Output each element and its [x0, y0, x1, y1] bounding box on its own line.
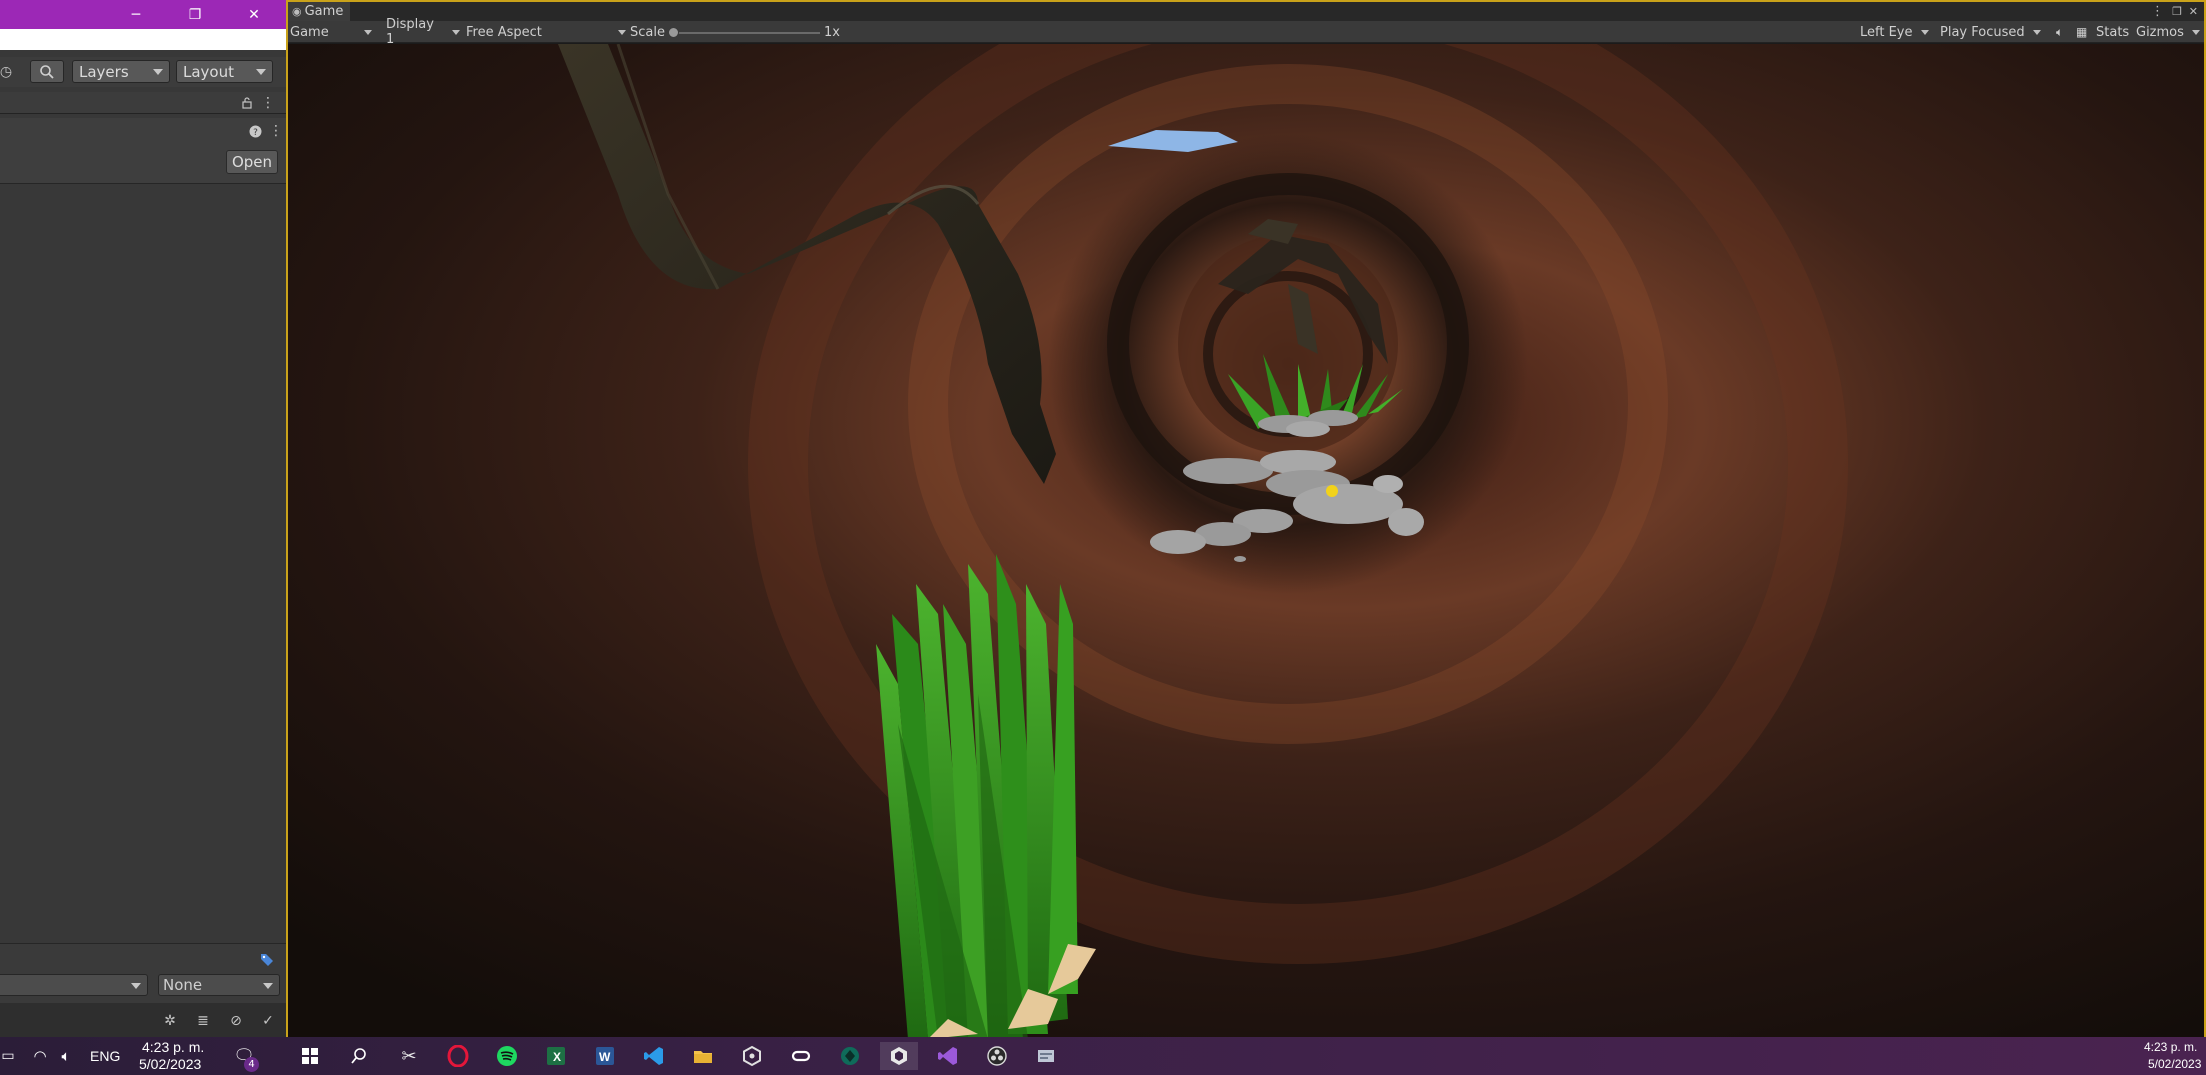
tag-icon[interactable] — [257, 950, 277, 970]
clock-date[interactable]: 5/02/2023 — [139, 1056, 201, 1072]
excel-icon[interactable]: X — [542, 1042, 570, 1070]
asset-labels-area: None ✲ ≣ ⊘ ✓ — [0, 943, 286, 1038]
more-options-icon[interactable]: ⋮ — [2151, 0, 2164, 22]
view-mode-dropdown[interactable]: Game — [290, 21, 372, 43]
asset-bundle-dropdown[interactable] — [0, 974, 148, 996]
unity-editor-icon[interactable] — [880, 1042, 918, 1070]
notification-badge: 4 — [244, 1057, 259, 1072]
eye-label: Left Eye — [1860, 24, 1913, 40]
open-button[interactable]: Open — [226, 150, 278, 174]
display-label: Display 1 — [386, 17, 434, 47]
gizmos-label: Gizmos — [2136, 24, 2184, 40]
spotify-icon[interactable] — [493, 1042, 521, 1070]
play-mode-dropdown[interactable]: Play Focused — [1940, 21, 2048, 43]
chevron-down-icon — [2032, 29, 2041, 35]
none-label: None — [163, 976, 203, 994]
variant-dropdown[interactable]: None — [158, 974, 280, 996]
game-scene — [288, 44, 2204, 1039]
snip-tool-icon[interactable]: ✂︎ — [395, 1042, 423, 1070]
chevron-down-icon — [263, 983, 273, 989]
language-indicator[interactable]: ENG — [90, 1048, 120, 1064]
chevron-down-icon — [618, 29, 626, 35]
scale-slider-handle[interactable] — [668, 27, 679, 38]
visual-studio-icon[interactable] — [934, 1042, 962, 1070]
address-bar — [0, 29, 286, 50]
maximize-icon[interactable]: ❐ — [2172, 0, 2182, 22]
gamemaker-icon[interactable] — [836, 1042, 864, 1070]
close-button[interactable]: ✕ — [232, 0, 276, 29]
play-mode-label: Play Focused — [1940, 24, 2025, 40]
windows-taskbar: ▭ ◠ 🔈︎ ENG 4:23 p. m. 5/02/2023 🗨︎ 4 ✂︎ … — [0, 1037, 2206, 1075]
aspect-dropdown[interactable]: Free Aspect — [466, 21, 626, 43]
right-clock-date[interactable]: 5/02/2023 — [2148, 1057, 2201, 1071]
clock-time[interactable]: 4:23 p. m. — [142, 1039, 204, 1055]
search-button[interactable] — [30, 60, 64, 83]
stats-button[interactable]: Stats — [2096, 21, 2129, 43]
scale-value: 1x — [824, 24, 840, 40]
editor-toolbar: ◷ Layers Layout — [0, 57, 286, 87]
game-toolbar: Game Display 1 Free Aspect Scale 1x Left… — [288, 17, 2204, 47]
wifi-icon[interactable]: ◠ — [26, 1042, 54, 1070]
chevron-down-icon — [1920, 29, 1929, 35]
search-icon[interactable] — [345, 1042, 373, 1070]
right-clock-time[interactable]: 4:23 p. m. — [2144, 1040, 2197, 1054]
obs-icon[interactable] — [983, 1042, 1011, 1070]
aspect-label: Free Aspect — [466, 24, 542, 40]
scale-label: Scale — [630, 24, 665, 40]
audio-icon[interactable]: 🔈︎ — [2056, 21, 2063, 43]
more-options-icon[interactable]: ⋮ — [266, 121, 286, 141]
layers-dropdown[interactable]: Layers — [72, 60, 170, 83]
chevron-down-icon — [153, 69, 163, 75]
file-manager-icon[interactable] — [1032, 1042, 1060, 1070]
window-title-bar: ─ ❐ ✕ — [0, 0, 286, 29]
tab-game[interactable]: ◉ Game — [288, 2, 350, 21]
help-icon[interactable]: ? — [245, 121, 265, 141]
restore-button[interactable]: ❐ — [173, 0, 217, 29]
gamepad-icon: ◉ — [292, 5, 302, 18]
lock-icon[interactable] — [237, 93, 257, 113]
oculus-icon[interactable] — [787, 1042, 815, 1070]
opera-icon[interactable] — [444, 1042, 472, 1070]
layers-label: Layers — [79, 62, 129, 81]
svg-text:X: X — [553, 1050, 561, 1064]
windows-start-icon[interactable] — [296, 1042, 324, 1070]
chevron-down-icon — [364, 29, 372, 35]
close-icon[interactable]: ✕ — [2189, 0, 2198, 22]
check-circle-icon[interactable]: ✓ — [258, 1011, 278, 1031]
panel-header: ⋮ — [0, 92, 286, 114]
svg-text:?: ? — [253, 128, 258, 138]
game-tab-bar: ◉ Game ⋮ ❐ ✕ — [288, 2, 2204, 21]
display-dropdown[interactable]: Display 1 — [386, 17, 460, 47]
layout-dropdown[interactable]: Layout — [176, 60, 273, 83]
status-bar: ✲ ≣ ⊘ ✓ — [0, 1003, 286, 1038]
svg-text:W: W — [599, 1050, 611, 1064]
volume-icon[interactable]: 🔈︎ — [52, 1042, 80, 1070]
more-options-icon[interactable]: ⋮ — [258, 93, 278, 113]
chevron-down-icon — [2191, 29, 2200, 35]
view-mode-label: Game — [290, 24, 329, 40]
file-explorer-icon[interactable] — [689, 1042, 717, 1070]
yellow-marker — [1326, 485, 1338, 497]
tab-game-label: Game — [304, 4, 344, 19]
search-icon — [40, 64, 54, 79]
chevron-down-icon — [256, 69, 266, 75]
minimize-button[interactable]: ─ — [114, 0, 158, 29]
game-view-window: ◉ Game ⋮ ❐ ✕ Game Display 1 Free Aspect … — [286, 0, 2206, 1039]
vscode-icon[interactable] — [640, 1042, 668, 1070]
chevron-down-icon — [131, 983, 141, 989]
word-icon[interactable]: W — [591, 1042, 619, 1070]
battery-icon[interactable]: ▭ — [0, 1042, 22, 1070]
debug-icon[interactable]: ✲ — [160, 1011, 180, 1031]
chevron-down-icon — [452, 29, 460, 35]
gizmos-dropdown[interactable]: Gizmos — [2136, 21, 2200, 43]
layout-toggle-icon[interactable]: ▦ — [2076, 21, 2087, 43]
editor-left-panel: ─ ❐ ✕ ◷ Layers Layout ⋮ ? ⋮ Open None ✲ … — [0, 0, 286, 1038]
layout-label: Layout — [183, 62, 234, 81]
eye-dropdown[interactable]: Left Eye — [1860, 21, 1934, 43]
history-icon[interactable]: ◷ — [0, 62, 16, 82]
scale-slider-track[interactable] — [672, 32, 820, 34]
visibility-off-icon[interactable]: ⊘ — [226, 1011, 246, 1031]
unity-hub-icon[interactable] — [738, 1042, 766, 1070]
layers-stack-icon[interactable]: ≣ — [193, 1011, 213, 1031]
